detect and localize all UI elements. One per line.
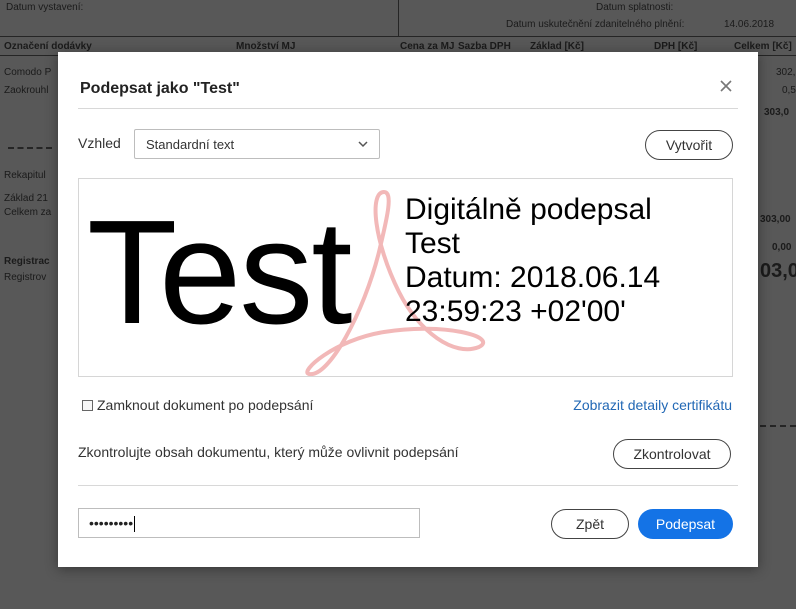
appearance-label: Vzhled [78, 135, 121, 151]
signature-info-line: Datum: 2018.06.14 [405, 261, 661, 294]
signature-info-line: Digitálně podepsal [405, 193, 652, 226]
create-button[interactable]: Vytvořit [645, 130, 733, 160]
review-button[interactable]: Zkontrolovat [613, 439, 731, 469]
sign-button[interactable]: Podepsat [638, 509, 733, 539]
signature-info-line: 23:59:23 +02'00' [405, 295, 626, 328]
appearance-select-value: Standardní text [146, 137, 235, 152]
signature-name: Test [87, 190, 352, 355]
signature-preview: Test Digitálně podepsal Test Datum: 2018… [78, 178, 733, 377]
review-text: Zkontrolujte obsah dokumentu, který může… [78, 444, 459, 460]
signature-info-line: Test [405, 227, 461, 260]
appearance-select[interactable]: Standardní text [134, 129, 380, 159]
lock-document-label[interactable]: Zamknout dokument po podepsání [97, 397, 313, 413]
password-value: ••••••••• [89, 515, 134, 531]
password-input[interactable]: ••••••••• [78, 508, 420, 538]
back-button[interactable]: Zpět [551, 509, 629, 539]
signature-info: Digitálně podepsal Test Datum: 2018.06.1… [405, 193, 660, 329]
chevron-down-icon [358, 141, 368, 148]
lock-document-checkbox[interactable] [82, 400, 93, 411]
divider [78, 485, 738, 486]
dialog-title: Podepsat jako "Test" [80, 80, 240, 97]
sign-dialog: Podepsat jako "Test" Vzhled Standardní t… [58, 52, 758, 567]
text-caret [134, 516, 136, 533]
certificate-details-link[interactable]: Zobrazit detaily certifikátu [573, 397, 732, 413]
divider [78, 108, 738, 109]
close-icon[interactable] [716, 76, 736, 96]
